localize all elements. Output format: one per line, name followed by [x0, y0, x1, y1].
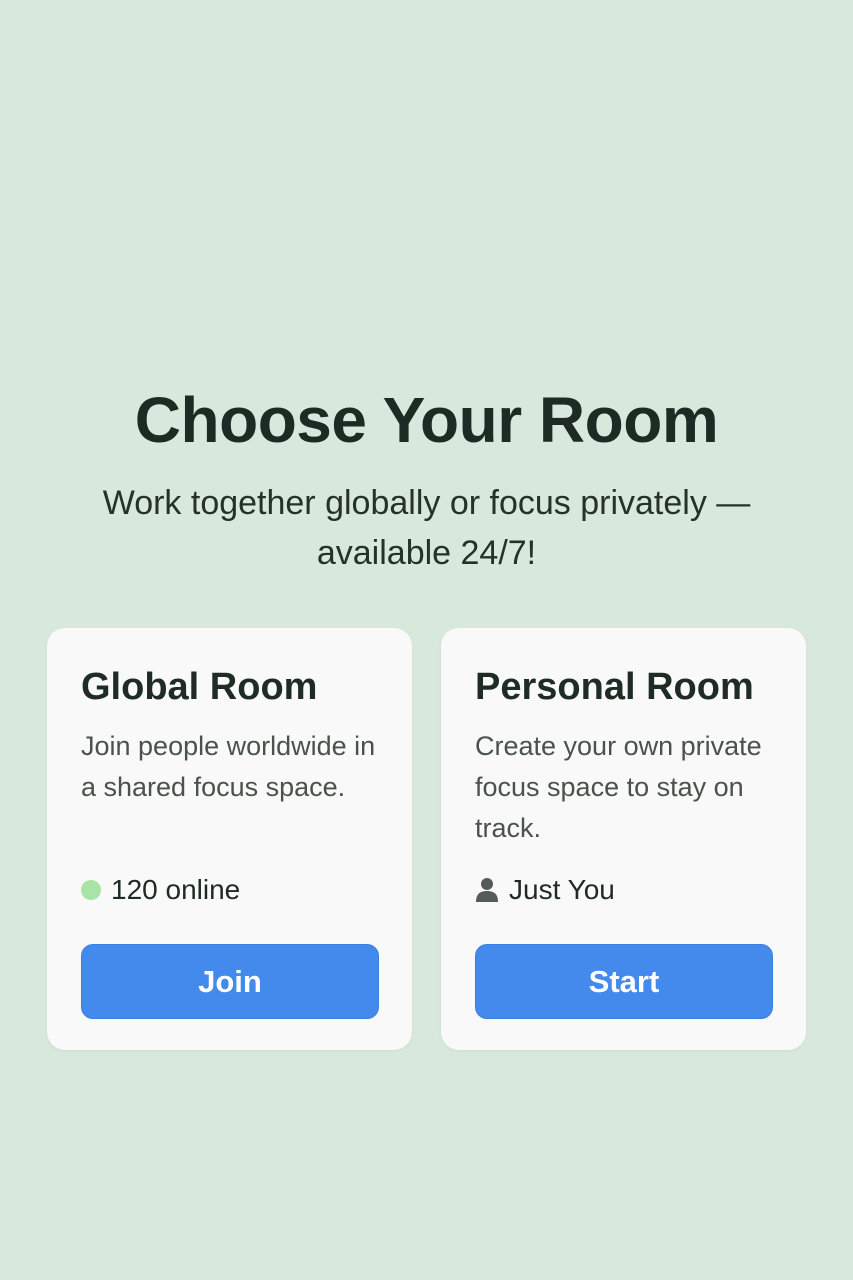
online-count-label: 120 online	[111, 874, 241, 905]
online-count-status: 120 online	[81, 874, 240, 906]
user-icon	[476, 878, 498, 902]
start-button[interactable]: Start	[475, 944, 773, 1019]
solo-status: Just You	[475, 874, 615, 906]
personal-room-description: Create your own private focus space to s…	[475, 731, 762, 843]
online-dot-icon	[81, 880, 101, 900]
global-room-card: Global Room Join people worldwide in a s…	[47, 628, 412, 1050]
page-title: Choose Your Room	[134, 384, 719, 456]
personal-room-title: Personal Room	[475, 666, 754, 708]
join-button[interactable]: Join	[81, 944, 379, 1019]
room-cards: Global Room Join people worldwide in a s…	[47, 628, 806, 1050]
solo-status-label: Just You	[509, 874, 615, 905]
page-subtitle: Work together globally or focus privatel…	[102, 484, 751, 572]
global-room-title: Global Room	[81, 666, 318, 708]
hero-section: Choose Your Room Work together globally …	[0, 380, 853, 578]
personal-room-card: Personal Room Create your own private fo…	[441, 628, 806, 1050]
global-room-description: Join people worldwide in a shared focus …	[81, 731, 376, 802]
